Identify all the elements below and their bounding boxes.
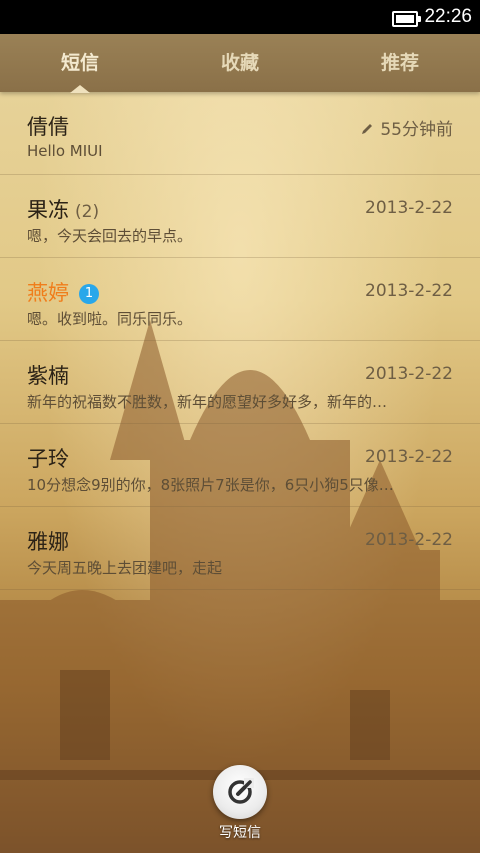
tab-favorites[interactable]: 收藏 [160,34,320,92]
message-date-text: 55分钟前 [380,120,453,140]
conversation-item[interactable]: 果冻 (2) 2013-2-22 嗯，今天会回去的早点。 [0,175,480,258]
conversation-item[interactable]: 雅娜 2013-2-22 今天周五晚上去团建吧，走起 [0,507,480,590]
contact-name-wrapper: 果冻 (2) [27,194,99,224]
status-bar: 22:26 [0,0,480,34]
conversation-item[interactable]: 紫楠 2013-2-22 新年的祝福数不胜数，新年的愿望好多好多，新年的… [0,341,480,424]
contact-name: 果冻 [27,198,69,222]
contact-name-wrapper: 燕婷 1 [27,277,99,307]
compose-label[interactable]: 写短信 [0,822,480,842]
message-date: 2013-2-22 [365,364,453,384]
message-date: 2013-2-22 [365,198,453,218]
message-preview: 今天周五晚上去团建吧，走起 [27,559,223,577]
compose-button[interactable] [213,765,267,819]
contact-name: 雅娜 [27,530,69,554]
contact-name: 紫楠 [27,364,69,388]
status-time: 22:26 [424,6,472,27]
message-date: 2013-2-22 [365,447,453,467]
message-count: (2) [75,202,100,222]
message-preview: 10分想念9别的你，8张照片7张是你，6只小狗5只像… [27,476,394,494]
tab-messages[interactable]: 短信 [0,34,160,92]
message-preview: Hello MIUI [27,142,103,160]
contact-name: 子玲 [27,447,69,471]
conversation-item[interactable]: 子玲 2013-2-22 10分想念9别的你，8张照片7张是你，6只小狗5只像… [0,424,480,507]
tab-recommended[interactable]: 推荐 [320,34,480,92]
conversation-list: 倩倩 55分钟前 Hello MIUI 果冻 (2) 2013-2-22 嗯，今天… [0,92,480,590]
contact-name: 倩倩 [27,115,69,139]
message-date: 2013-2-22 [365,530,453,550]
tab-bar: 短信 收藏 推荐 [0,34,480,93]
message-preview: 新年的祝福数不胜数，新年的愿望好多好多，新年的… [27,393,388,411]
compose-icon [228,778,254,804]
message-preview: 嗯，今天会回去的早点。 [27,227,193,245]
battery-full-icon [392,11,421,27]
conversation-item[interactable]: 燕婷 1 2013-2-22 嗯。收到啦。同乐同乐。 [0,258,480,341]
contact-name: 燕婷 [27,281,69,305]
message-date: 2013-2-22 [365,281,453,301]
conversation-item[interactable]: 倩倩 55分钟前 Hello MIUI [0,92,480,175]
message-preview: 嗯。收到啦。同乐同乐。 [27,310,193,328]
message-date: 55分钟前 [360,115,453,140]
pencil-icon [362,124,373,134]
unread-badge: 1 [79,284,99,304]
